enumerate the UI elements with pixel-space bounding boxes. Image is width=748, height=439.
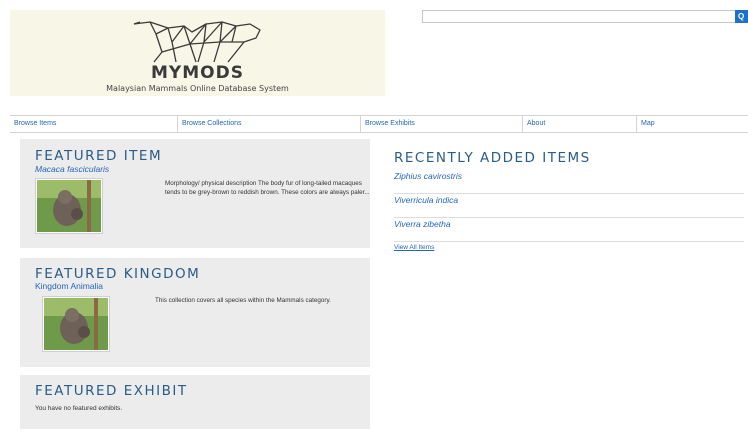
featured-item-panel: FEATURED ITEM Macaca fascicularis Morpho… bbox=[20, 139, 370, 248]
tiger-logo-icon bbox=[133, 21, 261, 63]
featured-kingdom-name[interactable]: Kingdom Animalia bbox=[35, 281, 103, 291]
featured-item-image[interactable] bbox=[35, 178, 103, 234]
nav-browse-exhibits[interactable]: Browse Exhibits bbox=[360, 116, 522, 132]
featured-kingdom-description: This collection covers all species withi… bbox=[155, 297, 331, 304]
featured-exhibit-heading: FEATURED EXHIBIT bbox=[35, 383, 188, 399]
view-all-items-link[interactable]: View All Items bbox=[394, 244, 434, 251]
search-button[interactable]: Q bbox=[735, 10, 748, 23]
featured-exhibit-message: You have no featured exhibits. bbox=[35, 405, 123, 412]
recent-item[interactable]: Viverra zibetha bbox=[394, 218, 744, 242]
recent-items-heading: RECENTLY ADDED ITEMS bbox=[394, 150, 591, 166]
nav-about[interactable]: About bbox=[522, 116, 636, 132]
nav-browse-items[interactable]: Browse Items bbox=[10, 116, 177, 132]
recent-item[interactable]: Ziphius cavirostris bbox=[394, 170, 744, 194]
featured-item-name[interactable]: Macaca fascicularis bbox=[35, 164, 109, 174]
search-input[interactable] bbox=[422, 10, 736, 23]
search-icon: Q bbox=[738, 12, 745, 21]
macaque-photo-icon bbox=[44, 298, 108, 350]
recent-item[interactable]: Viverricula indica bbox=[394, 194, 744, 218]
macaque-photo-icon bbox=[37, 180, 101, 232]
site-logo[interactable]: MYMODS Malaysian Mammals Online Database… bbox=[10, 10, 385, 96]
nav-browse-collections[interactable]: Browse Collections bbox=[177, 116, 360, 132]
featured-item-heading: FEATURED ITEM bbox=[35, 148, 163, 164]
site-name: MYMODS bbox=[151, 63, 244, 83]
main-navigation: Browse Items Browse Collections Browse E… bbox=[10, 115, 748, 133]
featured-kingdom-image[interactable] bbox=[42, 296, 110, 352]
featured-kingdom-heading: FEATURED KINGDOM bbox=[35, 266, 201, 282]
featured-kingdom-panel: FEATURED KINGDOM Kingdom Animalia This c… bbox=[20, 258, 370, 367]
featured-exhibit-panel: FEATURED EXHIBIT You have no featured ex… bbox=[20, 375, 370, 429]
featured-item-description: Morphology/ physical description The bod… bbox=[165, 180, 370, 196]
nav-map[interactable]: Map bbox=[636, 116, 748, 132]
site-subtitle: Malaysian Mammals Online Database System bbox=[106, 84, 289, 93]
